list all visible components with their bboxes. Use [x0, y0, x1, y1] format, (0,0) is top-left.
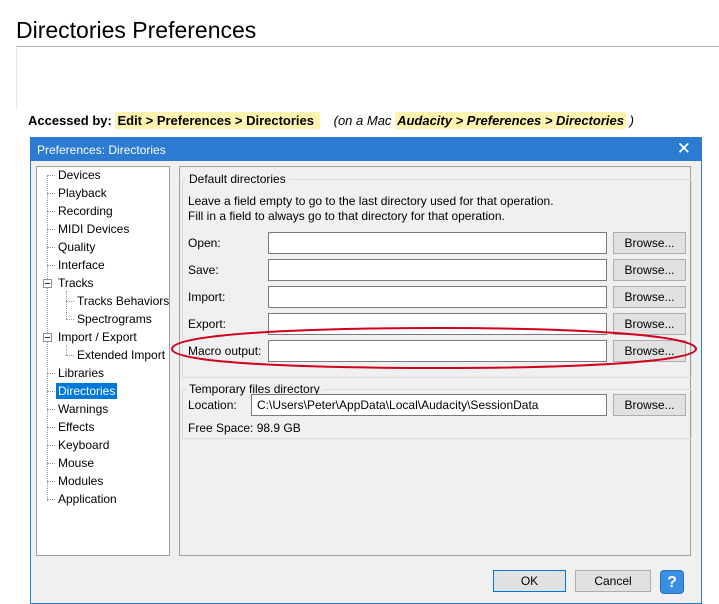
collapse-tracks-icon[interactable] [43, 279, 52, 288]
export-label: Export: [188, 317, 227, 331]
tree-branch [47, 211, 55, 212]
macro-output-dir-input[interactable] [268, 340, 607, 362]
collapse-import-export-icon[interactable] [43, 333, 52, 342]
dialog-title: Preferences: Directories [37, 143, 166, 157]
accessed-by-line: Accessed by: Edit > Preferences > Direct… [28, 112, 634, 129]
tree-item-extended-import[interactable]: Extended Import [75, 347, 167, 363]
tree-item-libraries[interactable]: Libraries [56, 365, 106, 381]
tree-branch [66, 355, 74, 356]
cancel-button[interactable]: Cancel [575, 570, 651, 592]
tree-item-import-export[interactable]: Import / Export [56, 329, 139, 345]
macro-output-browse-button[interactable]: Browse... [613, 340, 686, 362]
mac-note: (on a Mac Audacity > Preferences > Direc… [333, 112, 634, 129]
open-browse-button[interactable]: Browse... [613, 232, 686, 254]
temp-browse-button[interactable]: Browse... [613, 394, 686, 416]
tree-branch [47, 445, 55, 446]
open-dir-input[interactable] [268, 232, 607, 254]
tree-branch [47, 463, 55, 464]
default-directories-title: Default directories [186, 172, 289, 186]
mac-prefix: (on a Mac [333, 113, 392, 128]
temp-location-input[interactable]: C:\Users\Peter\AppData\Local\Audacity\Se… [251, 394, 607, 416]
save-browse-button[interactable]: Browse... [613, 259, 686, 281]
import-browse-button[interactable]: Browse... [613, 286, 686, 308]
tree-item-midi-devices[interactable]: MIDI Devices [56, 221, 131, 237]
help-icon[interactable]: ? [660, 570, 684, 594]
open-label: Open: [188, 236, 221, 250]
tree-branch [66, 319, 74, 320]
tree-item-playback[interactable]: Playback [56, 185, 109, 201]
save-label: Save: [188, 263, 219, 277]
tree-item-application[interactable]: Application [56, 491, 119, 507]
tree-item-devices[interactable]: Devices [56, 167, 103, 183]
location-label: Location: [188, 398, 237, 412]
import-label: Import: [188, 290, 226, 304]
tree-item-effects[interactable]: Effects [56, 419, 96, 435]
tree-item-warnings[interactable]: Warnings [56, 401, 110, 417]
tree-item-recording[interactable]: Recording [56, 203, 115, 219]
tree-item-tracks[interactable]: Tracks [56, 275, 96, 291]
ok-button[interactable]: OK [493, 570, 566, 592]
tree-branch [66, 301, 74, 302]
left-divider [16, 47, 17, 110]
mac-suffix: ) [629, 113, 634, 128]
save-dir-input[interactable] [268, 259, 607, 281]
tree-branch [47, 229, 55, 230]
tree-item-quality[interactable]: Quality [56, 239, 97, 255]
accessed-by-label: Accessed by: [28, 113, 112, 128]
menu-path-highlight: Edit > Preferences > Directories [115, 112, 320, 129]
tree-branch [47, 193, 55, 194]
tree-item-directories[interactable]: Directories [56, 383, 118, 399]
default-directories-help-1: Leave a field empty to go to the last di… [188, 194, 554, 208]
tree-item-mouse[interactable]: Mouse [56, 455, 96, 471]
close-icon[interactable]: ✕ [677, 139, 691, 159]
tree-item-tracks-behaviors[interactable]: Tracks Behaviors [75, 293, 171, 309]
preferences-tree[interactable]: Devices Playback Recording MIDI Devices … [36, 166, 170, 556]
directories-panel: Default directories Leave a field empty … [179, 166, 692, 556]
tree-item-keyboard[interactable]: Keyboard [56, 437, 111, 453]
dialog-titlebar[interactable]: Preferences: Directories ✕ [31, 138, 701, 161]
export-browse-button[interactable]: Browse... [613, 313, 686, 335]
tree-item-interface[interactable]: Interface [56, 257, 107, 273]
import-dir-input[interactable] [268, 286, 607, 308]
export-dir-input[interactable] [268, 313, 607, 335]
macro-output-label: Macro output: [188, 344, 262, 358]
title-divider [16, 46, 719, 47]
tree-branch [47, 265, 55, 266]
preferences-dialog: Preferences: Directories ✕ Devices Playb… [30, 137, 702, 604]
tree-branch [47, 481, 55, 482]
tree-child-connector [66, 291, 67, 319]
tree-branch [47, 247, 55, 248]
tree-branch [47, 391, 55, 392]
tree-branch [47, 175, 55, 176]
tree-branch [47, 409, 55, 410]
tree-branch [47, 499, 55, 500]
default-directories-help-2: Fill in a field to always go to that dir… [188, 209, 505, 223]
free-space-text: Free Space: 98.9 GB [188, 421, 301, 435]
tree-child-connector [66, 345, 67, 355]
tree-item-spectrograms[interactable]: Spectrograms [75, 311, 154, 327]
tree-branch [47, 427, 55, 428]
mac-menu-path-highlight: Audacity > Preferences > Directories [395, 112, 626, 129]
tree-branch [47, 373, 55, 374]
tree-item-modules[interactable]: Modules [56, 473, 105, 489]
page-title: Directories Preferences [16, 17, 257, 43]
